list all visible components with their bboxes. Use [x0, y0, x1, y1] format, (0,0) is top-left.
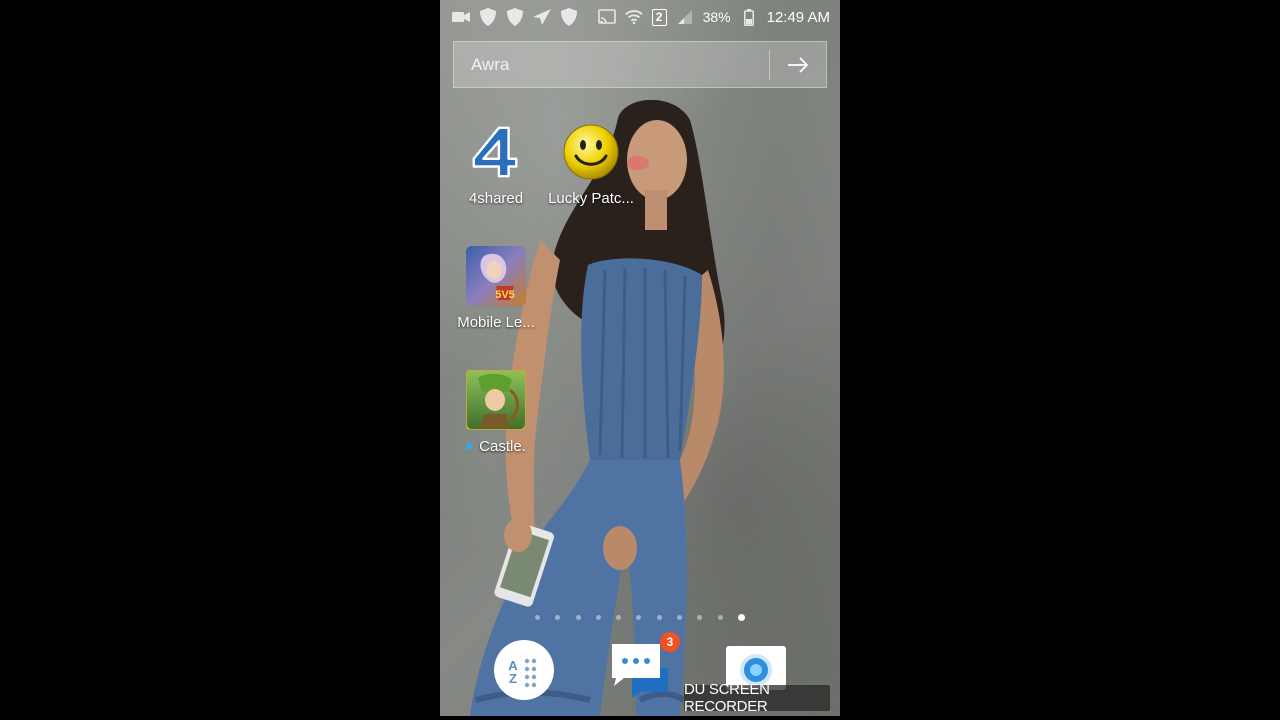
4shared-icon	[466, 122, 526, 182]
svg-text:Z: Z	[509, 671, 517, 686]
page-dot[interactable]	[636, 614, 642, 620]
app-label: Mobile Le...	[457, 314, 535, 331]
app-label-text: Castle.	[479, 438, 526, 455]
unread-badge: 3	[660, 632, 680, 652]
lucky-patcher-icon	[561, 122, 621, 182]
svg-text:5V5: 5V5	[495, 289, 515, 301]
wifi-icon	[624, 8, 643, 26]
page-dot[interactable]	[677, 614, 683, 620]
mobile-legends-icon: 5V5	[466, 246, 526, 306]
app-drawer-icon: A Z	[494, 640, 554, 700]
app-label: Lucky Patc...	[548, 190, 634, 207]
app-4shared[interactable]: 4shared	[446, 122, 546, 207]
search-go-button[interactable]	[770, 42, 826, 87]
page-dot[interactable]	[555, 614, 561, 620]
app-label: 4shared	[468, 190, 524, 207]
status-bar: 2 38% 12:49 AM	[440, 0, 840, 34]
page-dot[interactable]	[656, 614, 662, 620]
sim-2-icon: 2	[651, 8, 667, 26]
app-castle-clash[interactable]: Castle.	[446, 370, 546, 455]
status-system: 2 38% 12:49 AM	[597, 8, 830, 26]
video-camera-icon	[452, 8, 470, 26]
messages-button[interactable]: 3	[610, 632, 680, 700]
battery-icon	[740, 8, 758, 26]
clock: 12:49 AM	[766, 8, 830, 26]
wallpaper-figure	[470, 99, 725, 716]
page-dot[interactable]	[717, 614, 723, 620]
page-dot[interactable]	[697, 614, 703, 620]
app-mobile-legends[interactable]: 5V5 Mobile Le...	[446, 246, 546, 331]
shield-icon	[506, 8, 524, 26]
app-label: Castle.	[466, 438, 526, 455]
page-dot[interactable]	[575, 614, 581, 620]
send-icon	[533, 8, 551, 26]
app-drawer-button[interactable]: A Z	[494, 640, 554, 700]
arrow-right-icon	[788, 56, 809, 73]
phone-screen: 2 38% 12:49 AM Awra 4shared Lucky Patc..…	[440, 0, 840, 716]
page-indicator[interactable]	[535, 612, 745, 622]
page-dot-active[interactable]	[737, 613, 745, 621]
page-dot[interactable]	[535, 614, 540, 620]
cast-icon	[597, 8, 616, 26]
new-app-indicator	[466, 443, 474, 450]
status-notifications	[452, 8, 578, 26]
search-input[interactable]: Awra	[454, 55, 769, 75]
page-dot[interactable]	[616, 614, 622, 620]
screen-recorder-watermark: DU SCREEN RECORDER	[684, 681, 830, 715]
signal-icon	[676, 8, 694, 26]
page-dot[interactable]	[595, 614, 601, 620]
shield-icon	[560, 8, 578, 26]
battery-percent: 38%	[702, 9, 731, 25]
search-bar[interactable]: Awra	[453, 41, 827, 88]
app-lucky-patcher[interactable]: Lucky Patc...	[541, 122, 641, 207]
shield-icon	[479, 8, 497, 26]
castle-clash-icon	[466, 370, 526, 430]
